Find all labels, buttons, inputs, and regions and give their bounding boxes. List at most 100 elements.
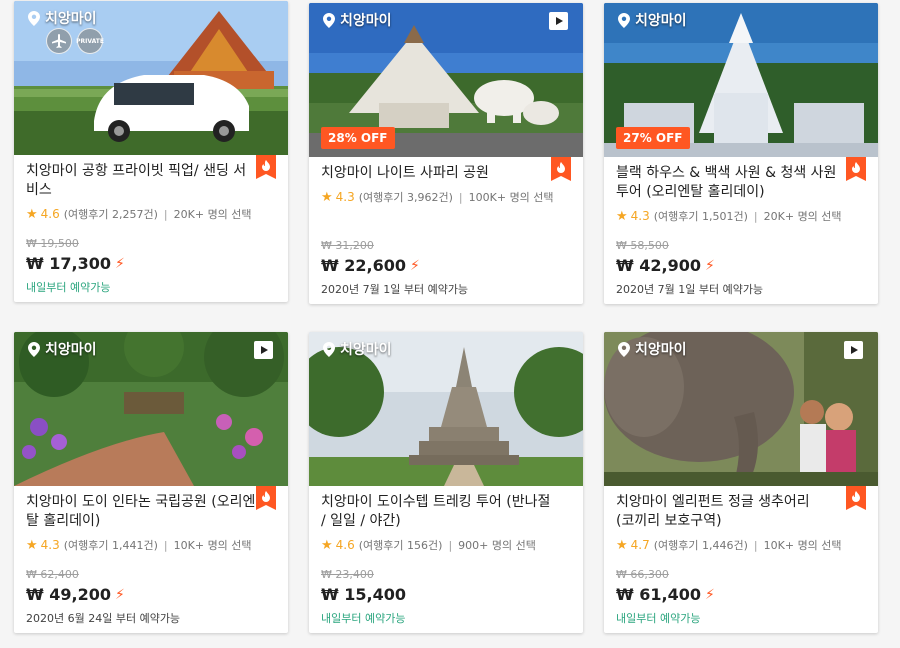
availability-text: 2020년 7월 1일 부터 예약가능	[321, 283, 469, 296]
sale-price: ₩ 49,200	[26, 585, 111, 604]
review-count: (여행후기 1,441건)	[63, 539, 158, 552]
product-card[interactable]: 치앙마이 PRIVATE 치앙마이 공항 프라이빗 픽업/ 샌딩 서비스 ★ 4…	[14, 1, 288, 302]
sale-price-row: ₩ 42,900 ⚡	[616, 256, 715, 275]
product-title[interactable]: 블랙 하우스 & 백색 사원 & 청색 사원 투어 (오리엔탈 홀리데이)	[616, 164, 851, 202]
original-price: ₩ 66,300	[616, 568, 669, 581]
play-video-icon[interactable]	[254, 341, 273, 359]
sale-price: ₩ 15,400	[321, 585, 406, 604]
product-image[interactable]: 치앙마이	[14, 332, 288, 486]
availability-text: 내일부터 예약가능	[26, 281, 111, 294]
availability-text: 2020년 7월 1일 부터 예약가능	[616, 283, 764, 296]
availability-text: 내일부터 예약가능	[321, 612, 406, 625]
product-image[interactable]: 치앙마이 28% OFF	[309, 3, 583, 157]
chosen-count: 20K+ 명의 선택	[763, 210, 842, 223]
separator: |	[163, 538, 168, 552]
product-image[interactable]: 치앙마이 27% OFF	[604, 3, 878, 157]
review-count: (여행후기 1,446건)	[653, 539, 748, 552]
location-pin-icon	[323, 12, 335, 28]
location-label: 치앙마이	[323, 339, 392, 359]
play-video-icon[interactable]	[549, 12, 568, 30]
product-image[interactable]: 치앙마이	[309, 332, 583, 486]
hot-flame-icon	[551, 157, 571, 181]
product-card[interactable]: 치앙마이 치앙마이 도이 인타논 국립공원 (오리엔탈 홀리데이) ★ 4.3 …	[14, 332, 288, 633]
chosen-count: 900+ 명의 선택	[458, 539, 536, 552]
star-icon: ★	[616, 208, 628, 224]
sale-price-row: ₩ 17,300 ⚡	[26, 254, 125, 273]
rating-row: ★ 4.6 (여행후기 2,257건) | 20K+ 명의 선택	[26, 206, 252, 222]
rating-value: 4.6	[40, 207, 60, 221]
location-text: 치앙마이	[635, 13, 687, 29]
sale-price-row: ₩ 61,400 ⚡	[616, 585, 715, 604]
review-count: (여행후기 156건)	[358, 539, 443, 552]
rating-value: 4.3	[630, 209, 650, 223]
availability-text: 2020년 6월 24일 부터 예약가능	[26, 612, 181, 625]
star-icon: ★	[26, 206, 38, 222]
star-icon: ★	[321, 537, 333, 553]
hot-flame-icon	[256, 486, 276, 510]
availability-text: 내일부터 예약가능	[616, 612, 701, 625]
discount-badge: 27% OFF	[616, 127, 690, 149]
location-pin-icon	[28, 10, 40, 26]
sale-price: ₩ 22,600	[321, 256, 406, 275]
rating-value: 4.3	[335, 190, 355, 204]
separator: |	[163, 207, 168, 221]
location-text: 치앙마이	[340, 13, 392, 29]
lightning-icon: ⚡	[114, 586, 125, 603]
product-image[interactable]: 치앙마이 PRIVATE	[14, 1, 288, 155]
hot-flame-icon	[256, 155, 276, 179]
rating-value: 4.6	[335, 538, 355, 552]
private-car-badge: PRIVATE	[76, 28, 104, 54]
separator: |	[458, 190, 463, 204]
sale-price-row: ₩ 15,400	[321, 585, 406, 604]
sale-price-row: ₩ 49,200 ⚡	[26, 585, 125, 604]
chosen-count: 10K+ 명의 선택	[763, 539, 842, 552]
product-title[interactable]: 치앙마이 도이 인타논 국립공원 (오리엔탈 홀리데이)	[26, 493, 256, 531]
review-count: (여행후기 1,501건)	[653, 210, 748, 223]
product-card[interactable]: 치앙마이 치앙마이 도이수텝 트레킹 투어 (반나절 / 일일 / 야간) ★ …	[309, 332, 583, 633]
location-text: 치앙마이	[635, 342, 687, 358]
location-pin-icon	[323, 341, 335, 357]
lightning-icon: ⚡	[704, 586, 715, 603]
original-price: ₩ 31,200	[321, 239, 374, 252]
location-label: 치앙마이	[618, 10, 687, 30]
rating-row: ★ 4.6 (여행후기 156건) | 900+ 명의 선택	[321, 537, 536, 553]
sale-price: ₩ 61,400	[616, 585, 701, 604]
discount-badge: 28% OFF	[321, 127, 395, 149]
lightning-icon: ⚡	[409, 257, 420, 274]
chosen-count: 100K+ 명의 선택	[468, 191, 554, 204]
location-text: 치앙마이	[340, 342, 392, 358]
location-pin-icon	[28, 341, 40, 357]
separator: |	[753, 209, 758, 223]
lightning-icon: ⚡	[704, 257, 715, 274]
product-title[interactable]: 치앙마이 도이수텝 트레킹 투어 (반나절 / 일일 / 야간)	[321, 493, 551, 531]
product-title[interactable]: 치앙마이 엘리펀트 정글 생추어리 (코끼리 보호구역)	[616, 493, 826, 531]
review-count: (여행후기 3,962건)	[358, 191, 453, 204]
location-label: 치앙마이	[618, 339, 687, 359]
location-text: 치앙마이	[45, 11, 97, 27]
hot-flame-icon	[846, 486, 866, 510]
rating-value: 4.7	[630, 538, 650, 552]
location-label: 치앙마이	[28, 339, 97, 359]
product-card[interactable]: 치앙마이 치앙마이 엘리펀트 정글 생추어리 (코끼리 보호구역) ★ 4.7 …	[604, 332, 878, 633]
product-title[interactable]: 치앙마이 공항 프라이빗 픽업/ 샌딩 서비스	[26, 162, 256, 200]
star-icon: ★	[321, 189, 333, 205]
location-pin-icon	[618, 341, 630, 357]
airplane-icon	[46, 28, 72, 54]
location-label: 치앙마이	[323, 10, 392, 30]
product-image[interactable]: 치앙마이	[604, 332, 878, 486]
sale-price: ₩ 17,300	[26, 254, 111, 273]
lightning-icon: ⚡	[114, 255, 125, 272]
product-card[interactable]: 치앙마이 27% OFF 블랙 하우스 & 백색 사원 & 청색 사원 투어 (…	[604, 3, 878, 304]
separator: |	[448, 538, 453, 552]
location-pin-icon	[618, 12, 630, 28]
rating-row: ★ 4.3 (여행후기 3,962건) | 100K+ 명의 선택	[321, 189, 554, 205]
original-price: ₩ 23,400	[321, 568, 374, 581]
star-icon: ★	[26, 537, 38, 553]
rating-row: ★ 4.3 (여행후기 1,501건) | 20K+ 명의 선택	[616, 208, 842, 224]
product-card[interactable]: 치앙마이 28% OFF 치앙마이 나이트 사파리 공원 ★ 4.3 (여행후기…	[309, 3, 583, 304]
rating-row: ★ 4.7 (여행후기 1,446건) | 10K+ 명의 선택	[616, 537, 842, 553]
product-title[interactable]: 치앙마이 나이트 사파리 공원	[321, 164, 551, 183]
chosen-count: 20K+ 명의 선택	[173, 208, 252, 221]
play-video-icon[interactable]	[844, 341, 863, 359]
location-text: 치앙마이	[45, 342, 97, 358]
